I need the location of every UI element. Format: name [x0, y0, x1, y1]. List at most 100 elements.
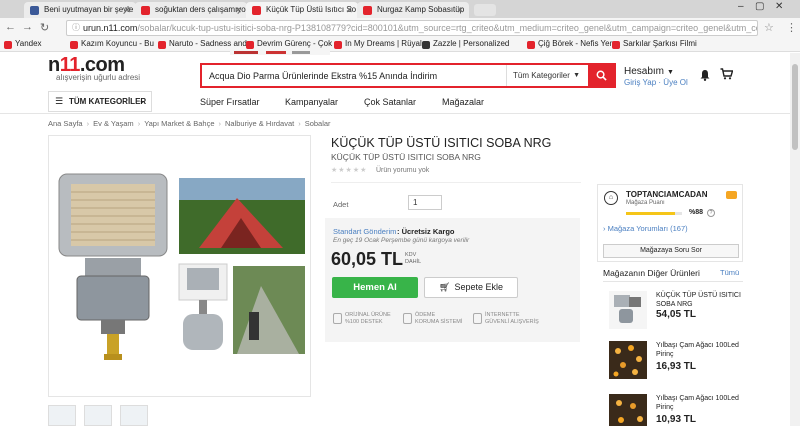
- login-link[interactable]: Giriş Yap: [624, 78, 656, 87]
- all-categories-button[interactable]: ☰ TÜM KATEGORİLER ⌄: [48, 91, 152, 112]
- close-icon[interactable]: ✕: [123, 2, 131, 18]
- other-product-item[interactable]: Yılbaşı Çam Ağacı 100Led Pirinç 16,93 TL: [603, 341, 743, 391]
- breadcrumb-separator: ›: [86, 119, 90, 128]
- nav-bestsellers[interactable]: Çok Satanlar: [364, 97, 416, 107]
- page-info-icon[interactable]: ⓘ: [72, 21, 80, 35]
- bookmark-item[interactable]: Sarkılar Şarkısı Filmi: [612, 39, 697, 49]
- store-icon: ⌂: [604, 191, 618, 205]
- chevron-down-icon: ⌄: [139, 98, 145, 105]
- new-tab-button[interactable]: [474, 4, 496, 16]
- original-product-badge: ORİJİNAL ÜRÜNE %100 DESTEK: [333, 312, 391, 326]
- bookmark-star-icon[interactable]: ☆: [764, 21, 774, 34]
- nav-stores[interactable]: Mağazalar: [442, 97, 484, 107]
- back-icon[interactable]: ←: [5, 21, 16, 33]
- menu-icon: ☰: [55, 96, 64, 106]
- bookmark-label: Devrim Gürenç - Çok: [257, 39, 333, 48]
- search-icon: [596, 70, 607, 81]
- other-product-item[interactable]: Yılbaşı Çam Ağacı 100Led Pirinç 10,93 TL: [603, 394, 743, 426]
- product-thumbnail[interactable]: [48, 405, 76, 426]
- notification-bell-icon[interactable]: [699, 69, 711, 81]
- breadcrumb-separator: ›: [218, 119, 222, 128]
- product-main-image[interactable]: [48, 135, 311, 397]
- window-close-icon[interactable]: ✕: [775, 1, 783, 12]
- product-thumbnail[interactable]: [120, 405, 148, 426]
- bookmark-item[interactable]: Kazım Koyuncu - Bu: [70, 39, 154, 49]
- breadcrumb-item[interactable]: Sobalar: [305, 119, 331, 128]
- browser-tab-4[interactable]: Nurgaz Kamp Sobasıtüp ✕: [357, 2, 469, 18]
- bookmark-item[interactable]: Çiğ Börek - Nefis Yem: [527, 39, 616, 49]
- breadcrumb-item[interactable]: Nalburiye & Hırdavat: [225, 119, 294, 128]
- url-input[interactable]: ⓘ urun.n11.com/sobalar/kucuk-tup-ustu-is…: [66, 20, 758, 36]
- ask-seller-button[interactable]: Mağazaya Soru Sor: [603, 244, 739, 258]
- other-product-name: Yılbaşı Çam Ağacı 100Led Pirinç: [656, 395, 739, 411]
- url-path: /sobalar/kucuk-tup-ustu-isitici-soba-nrg…: [137, 23, 757, 33]
- shipping-type-link[interactable]: Standart Gönderim: [333, 227, 396, 236]
- bookmark-item[interactable]: Yandex: [4, 39, 42, 49]
- quantity-input[interactable]: 1: [408, 195, 442, 210]
- search-category-select[interactable]: Tüm Kategoriler ▼: [506, 65, 586, 86]
- tax-included-note: KDV DAHİL: [405, 252, 421, 266]
- maximize-icon[interactable]: ▢: [755, 1, 764, 12]
- browser-menu-icon[interactable]: ⋮: [786, 21, 797, 34]
- shield-icon: [403, 313, 412, 324]
- help-icon[interactable]: ?: [707, 209, 715, 217]
- payment-protection-badge: ÖDEME KORUMA SİSTEMİ: [403, 312, 462, 326]
- browser-tab-2[interactable]: soğuktan ders çalışamıyo ✕: [135, 2, 247, 18]
- account-label: Hesabım: [624, 66, 665, 77]
- other-product-item[interactable]: KÜÇÜK TÜP ÜSTÜ ISITICI SOBA NRG 54,05 TL: [603, 291, 743, 341]
- cart-icon: 🛒︎: [439, 282, 451, 292]
- youtube-icon: [334, 41, 342, 49]
- site-icon: [141, 6, 150, 15]
- product-photo: [58, 173, 305, 360]
- other-products-all-link[interactable]: Tümü: [720, 268, 739, 277]
- youtube-icon: [246, 41, 254, 49]
- other-product-image: [609, 394, 647, 426]
- no-review-text[interactable]: Ürün yorumu yok: [376, 167, 429, 174]
- secure-shopping-badge: İNTERNETTE GÜVENLİ ALIŞVERİŞ: [473, 312, 539, 326]
- seller-name[interactable]: TOPTANCIAMCADAN: [626, 190, 707, 199]
- breadcrumb-item[interactable]: Ev & Yaşam: [93, 119, 134, 128]
- breadcrumb-item[interactable]: Ana Sayfa: [48, 119, 83, 128]
- divider: [603, 281, 743, 282]
- signup-link[interactable]: Üye Ol: [663, 78, 687, 87]
- cart-icon[interactable]: [720, 68, 733, 80]
- browser-tab-1[interactable]: Beni uyutmayan bir şeyle ✕: [24, 2, 136, 18]
- scrollbar-thumb[interactable]: [792, 64, 798, 150]
- reload-icon[interactable]: ↻: [40, 21, 49, 34]
- nav-super-deals[interactable]: Süper Fırsatlar: [200, 97, 260, 107]
- quantity-label: Adet: [333, 200, 349, 209]
- forward-icon[interactable]: →: [22, 21, 33, 33]
- breadcrumb-item[interactable]: Yapı Market & Bahçe: [144, 119, 214, 128]
- product-thumbnail[interactable]: [84, 405, 112, 426]
- tab-title: Nurgaz Kamp Sobasıtüp: [377, 5, 465, 14]
- bookmark-label: Kazım Koyuncu - Bu: [81, 39, 154, 48]
- bookmark-item[interactable]: Devrim Gürenç - Çok: [246, 39, 333, 49]
- breadcrumb-separator: ›: [298, 119, 301, 128]
- close-icon[interactable]: ✕: [234, 2, 242, 18]
- bookmark-item[interactable]: In My Dreams | Rüyal: [334, 39, 422, 49]
- shield-icon: [333, 313, 342, 324]
- bookmark-item[interactable]: Naruto - Sadness and: [158, 39, 247, 49]
- search-input[interactable]: Acqua Dio Parma Ürünlerinde Ekstra %15 A…: [209, 71, 437, 81]
- other-product-name: KÜÇÜK TÜP ÜSTÜ ISITICI SOBA NRG: [656, 292, 741, 308]
- yandex-icon: [4, 41, 12, 49]
- youtube-icon: [70, 41, 78, 49]
- bookmark-item[interactable]: Zazzle | Personalized: [422, 39, 510, 49]
- lock-icon: [473, 313, 482, 324]
- bookmark-label: Sarkılar Şarkısı Filmi: [623, 39, 697, 48]
- bookmarks-bar: Yandex Kazım Koyuncu - Bu Naruto - Sadne…: [0, 38, 800, 52]
- search-category-label: Tüm Kategoriler: [513, 71, 570, 80]
- nav-campaigns[interactable]: Kampanyalar: [285, 97, 338, 107]
- close-icon[interactable]: ✕: [345, 2, 353, 18]
- search-button[interactable]: [588, 65, 614, 86]
- add-to-cart-button[interactable]: 🛒︎ Sepete Ekle: [424, 277, 518, 298]
- browser-tab-3-active[interactable]: Küçük Tüp Üstü Isıtıcı So ✕: [246, 2, 358, 18]
- badge-line: İNTERNETTE: [485, 312, 520, 318]
- badge-line: KORUMA SİSTEMİ: [415, 319, 463, 325]
- buy-now-button[interactable]: Hemen Al: [332, 277, 418, 298]
- account-menu[interactable]: Hesabım ▼: [624, 66, 674, 77]
- close-icon[interactable]: ✕: [456, 2, 464, 18]
- seller-reviews-link[interactable]: › Mağaza Yorumları (167): [603, 224, 688, 233]
- bookmark-label: Zazzle | Personalized: [433, 39, 510, 48]
- minimize-icon[interactable]: –: [738, 1, 744, 12]
